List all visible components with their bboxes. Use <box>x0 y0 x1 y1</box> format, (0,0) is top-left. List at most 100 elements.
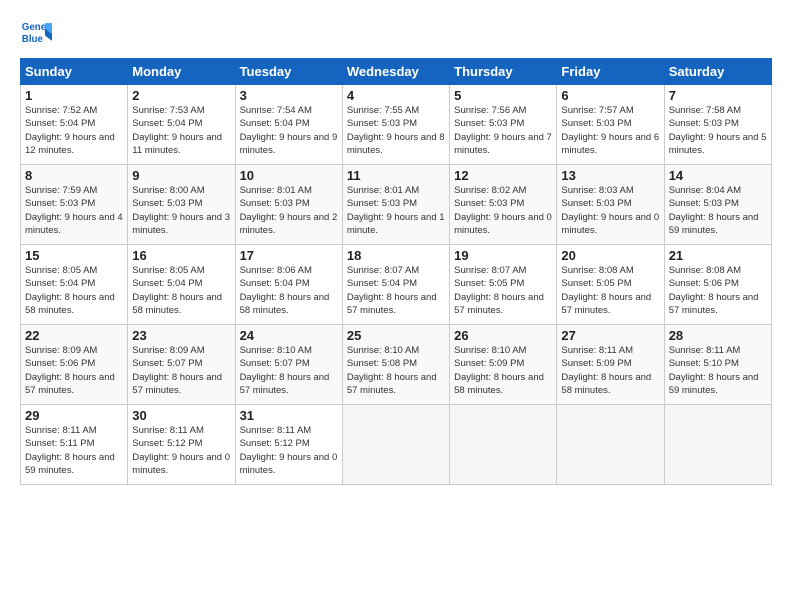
day-info: Sunrise: 8:05 AMSunset: 5:04 PMDaylight:… <box>132 264 230 317</box>
week-row-5: 29Sunrise: 8:11 AMSunset: 5:11 PMDayligh… <box>21 405 772 485</box>
day-info: Sunrise: 8:10 AMSunset: 5:08 PMDaylight:… <box>347 344 445 397</box>
day-info: Sunrise: 8:03 AMSunset: 5:03 PMDaylight:… <box>561 184 659 237</box>
day-cell-28: 28Sunrise: 8:11 AMSunset: 5:10 PMDayligh… <box>664 325 771 405</box>
empty-cell <box>557 405 664 485</box>
day-cell-30: 30Sunrise: 8:11 AMSunset: 5:12 PMDayligh… <box>128 405 235 485</box>
day-cell-8: 8Sunrise: 7:59 AMSunset: 5:03 PMDaylight… <box>21 165 128 245</box>
empty-cell <box>342 405 449 485</box>
day-info: Sunrise: 8:11 AMSunset: 5:09 PMDaylight:… <box>561 344 659 397</box>
day-number: 26 <box>454 328 552 343</box>
day-info: Sunrise: 8:04 AMSunset: 5:03 PMDaylight:… <box>669 184 767 237</box>
day-info: Sunrise: 7:57 AMSunset: 5:03 PMDaylight:… <box>561 104 659 157</box>
day-info: Sunrise: 8:01 AMSunset: 5:03 PMDaylight:… <box>347 184 445 237</box>
day-number: 29 <box>25 408 123 423</box>
day-info: Sunrise: 7:52 AMSunset: 5:04 PMDaylight:… <box>25 104 123 157</box>
header-day-tuesday: Tuesday <box>235 59 342 85</box>
day-info: Sunrise: 8:06 AMSunset: 5:04 PMDaylight:… <box>240 264 338 317</box>
day-info: Sunrise: 8:09 AMSunset: 5:06 PMDaylight:… <box>25 344 123 397</box>
day-cell-25: 25Sunrise: 8:10 AMSunset: 5:08 PMDayligh… <box>342 325 449 405</box>
day-cell-17: 17Sunrise: 8:06 AMSunset: 5:04 PMDayligh… <box>235 245 342 325</box>
day-cell-2: 2Sunrise: 7:53 AMSunset: 5:04 PMDaylight… <box>128 85 235 165</box>
day-number: 7 <box>669 88 767 103</box>
day-info: Sunrise: 8:11 AMSunset: 5:12 PMDaylight:… <box>240 424 338 477</box>
day-cell-29: 29Sunrise: 8:11 AMSunset: 5:11 PMDayligh… <box>21 405 128 485</box>
day-cell-15: 15Sunrise: 8:05 AMSunset: 5:04 PMDayligh… <box>21 245 128 325</box>
week-row-2: 8Sunrise: 7:59 AMSunset: 5:03 PMDaylight… <box>21 165 772 245</box>
day-number: 11 <box>347 168 445 183</box>
day-number: 12 <box>454 168 552 183</box>
day-cell-10: 10Sunrise: 8:01 AMSunset: 5:03 PMDayligh… <box>235 165 342 245</box>
header-row: SundayMondayTuesdayWednesdayThursdayFrid… <box>21 59 772 85</box>
day-info: Sunrise: 7:56 AMSunset: 5:03 PMDaylight:… <box>454 104 552 157</box>
day-info: Sunrise: 8:11 AMSunset: 5:12 PMDaylight:… <box>132 424 230 477</box>
header-day-sunday: Sunday <box>21 59 128 85</box>
day-cell-19: 19Sunrise: 8:07 AMSunset: 5:05 PMDayligh… <box>450 245 557 325</box>
day-cell-11: 11Sunrise: 8:01 AMSunset: 5:03 PMDayligh… <box>342 165 449 245</box>
day-info: Sunrise: 8:10 AMSunset: 5:09 PMDaylight:… <box>454 344 552 397</box>
day-cell-4: 4Sunrise: 7:55 AMSunset: 5:03 PMDaylight… <box>342 85 449 165</box>
day-number: 9 <box>132 168 230 183</box>
day-number: 15 <box>25 248 123 263</box>
day-info: Sunrise: 8:11 AMSunset: 5:11 PMDaylight:… <box>25 424 123 477</box>
day-number: 21 <box>669 248 767 263</box>
day-number: 24 <box>240 328 338 343</box>
header-day-thursday: Thursday <box>450 59 557 85</box>
page: General Blue SundayMondayTuesdayWednesda… <box>0 0 792 612</box>
day-number: 3 <box>240 88 338 103</box>
day-number: 19 <box>454 248 552 263</box>
logo: General Blue <box>20 16 58 48</box>
week-row-1: 1Sunrise: 7:52 AMSunset: 5:04 PMDaylight… <box>21 85 772 165</box>
day-info: Sunrise: 8:11 AMSunset: 5:10 PMDaylight:… <box>669 344 767 397</box>
day-number: 17 <box>240 248 338 263</box>
header-day-friday: Friday <box>557 59 664 85</box>
day-info: Sunrise: 8:05 AMSunset: 5:04 PMDaylight:… <box>25 264 123 317</box>
day-cell-31: 31Sunrise: 8:11 AMSunset: 5:12 PMDayligh… <box>235 405 342 485</box>
calendar-body: 1Sunrise: 7:52 AMSunset: 5:04 PMDaylight… <box>21 85 772 485</box>
day-number: 10 <box>240 168 338 183</box>
day-info: Sunrise: 8:02 AMSunset: 5:03 PMDaylight:… <box>454 184 552 237</box>
day-info: Sunrise: 7:54 AMSunset: 5:04 PMDaylight:… <box>240 104 338 157</box>
day-cell-14: 14Sunrise: 8:04 AMSunset: 5:03 PMDayligh… <box>664 165 771 245</box>
day-cell-23: 23Sunrise: 8:09 AMSunset: 5:07 PMDayligh… <box>128 325 235 405</box>
day-cell-27: 27Sunrise: 8:11 AMSunset: 5:09 PMDayligh… <box>557 325 664 405</box>
day-number: 30 <box>132 408 230 423</box>
day-cell-9: 9Sunrise: 8:00 AMSunset: 5:03 PMDaylight… <box>128 165 235 245</box>
day-info: Sunrise: 8:09 AMSunset: 5:07 PMDaylight:… <box>132 344 230 397</box>
day-info: Sunrise: 8:07 AMSunset: 5:05 PMDaylight:… <box>454 264 552 317</box>
day-info: Sunrise: 8:08 AMSunset: 5:06 PMDaylight:… <box>669 264 767 317</box>
day-number: 5 <box>454 88 552 103</box>
day-cell-7: 7Sunrise: 7:58 AMSunset: 5:03 PMDaylight… <box>664 85 771 165</box>
day-info: Sunrise: 7:55 AMSunset: 5:03 PMDaylight:… <box>347 104 445 157</box>
header-day-saturday: Saturday <box>664 59 771 85</box>
day-info: Sunrise: 7:53 AMSunset: 5:04 PMDaylight:… <box>132 104 230 157</box>
week-row-3: 15Sunrise: 8:05 AMSunset: 5:04 PMDayligh… <box>21 245 772 325</box>
logo-icon: General Blue <box>20 16 52 48</box>
day-info: Sunrise: 8:10 AMSunset: 5:07 PMDaylight:… <box>240 344 338 397</box>
day-cell-22: 22Sunrise: 8:09 AMSunset: 5:06 PMDayligh… <box>21 325 128 405</box>
calendar-header: SundayMondayTuesdayWednesdayThursdayFrid… <box>21 59 772 85</box>
day-number: 16 <box>132 248 230 263</box>
day-info: Sunrise: 8:07 AMSunset: 5:04 PMDaylight:… <box>347 264 445 317</box>
empty-cell <box>664 405 771 485</box>
day-info: Sunrise: 8:08 AMSunset: 5:05 PMDaylight:… <box>561 264 659 317</box>
day-cell-1: 1Sunrise: 7:52 AMSunset: 5:04 PMDaylight… <box>21 85 128 165</box>
day-number: 8 <box>25 168 123 183</box>
day-number: 4 <box>347 88 445 103</box>
header-day-wednesday: Wednesday <box>342 59 449 85</box>
day-cell-3: 3Sunrise: 7:54 AMSunset: 5:04 PMDaylight… <box>235 85 342 165</box>
day-number: 31 <box>240 408 338 423</box>
svg-text:Blue: Blue <box>22 34 44 45</box>
day-cell-12: 12Sunrise: 8:02 AMSunset: 5:03 PMDayligh… <box>450 165 557 245</box>
empty-cell <box>450 405 557 485</box>
day-cell-21: 21Sunrise: 8:08 AMSunset: 5:06 PMDayligh… <box>664 245 771 325</box>
day-cell-24: 24Sunrise: 8:10 AMSunset: 5:07 PMDayligh… <box>235 325 342 405</box>
header: General Blue <box>20 16 772 48</box>
day-number: 6 <box>561 88 659 103</box>
day-cell-16: 16Sunrise: 8:05 AMSunset: 5:04 PMDayligh… <box>128 245 235 325</box>
day-number: 22 <box>25 328 123 343</box>
day-number: 23 <box>132 328 230 343</box>
day-info: Sunrise: 7:59 AMSunset: 5:03 PMDaylight:… <box>25 184 123 237</box>
day-number: 13 <box>561 168 659 183</box>
header-day-monday: Monday <box>128 59 235 85</box>
calendar-table: SundayMondayTuesdayWednesdayThursdayFrid… <box>20 58 772 485</box>
